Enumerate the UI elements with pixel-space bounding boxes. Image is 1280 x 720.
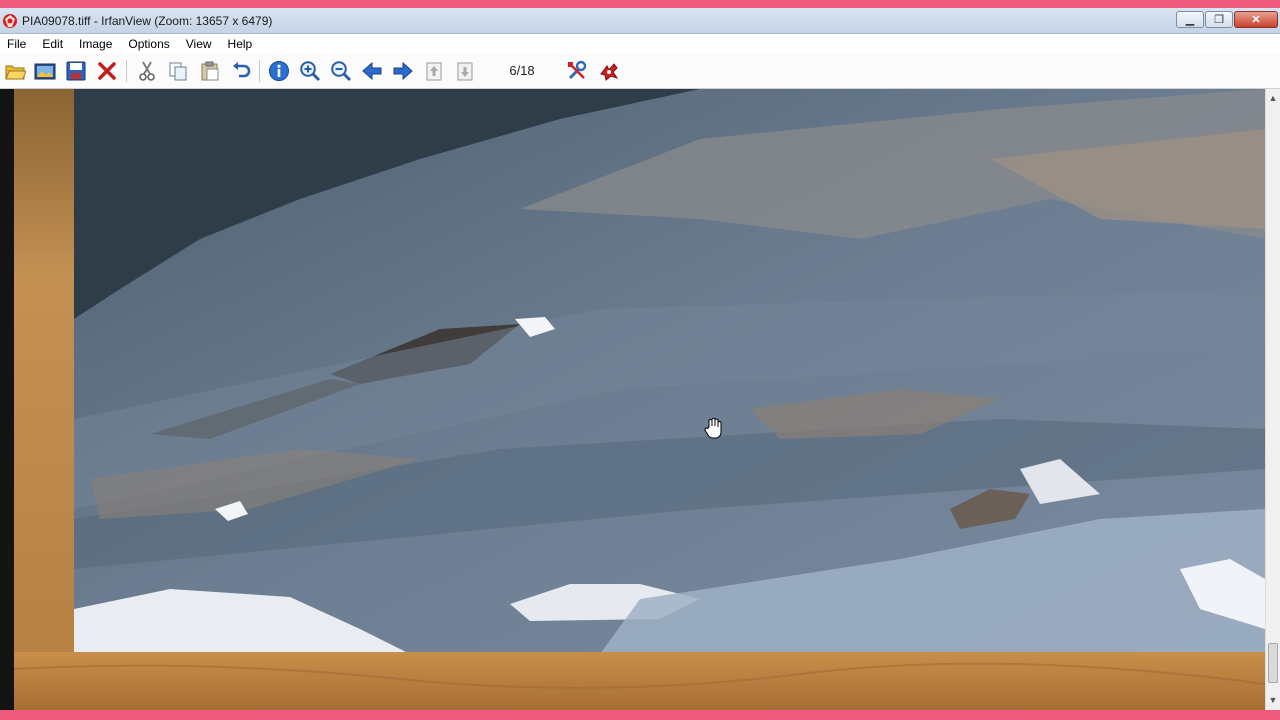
toolbar-separator [259, 60, 260, 82]
settings-icon [568, 60, 587, 80]
maximize-button[interactable]: ❐ [1205, 11, 1233, 28]
info-icon [269, 61, 289, 81]
last-icon [457, 62, 473, 81]
previous-icon [362, 61, 382, 81]
toolbar: 6/18 [0, 54, 1280, 89]
irfanview-button[interactable] [596, 58, 622, 84]
menu-image[interactable]: Image [71, 37, 120, 51]
delete-icon [98, 62, 116, 80]
zoom-in-icon [300, 61, 321, 82]
window-frame-top [0, 0, 1280, 8]
menu-file[interactable]: File [0, 37, 34, 51]
next-icon [393, 61, 413, 81]
window-title: PIA09078.tiff - IrfanView (Zoom: 13657 x… [22, 14, 273, 28]
save-icon [66, 61, 86, 81]
settings-button[interactable] [564, 58, 590, 84]
toolbar-separator [126, 60, 127, 82]
cut-button[interactable] [134, 58, 160, 84]
next-button[interactable] [390, 58, 416, 84]
thumbnails-button[interactable] [32, 58, 58, 84]
page-counter: 6/18 [509, 62, 535, 78]
copy-button[interactable] [165, 58, 191, 84]
title-bar[interactable]: PIA09078.tiff - IrfanView (Zoom: 13657 x… [0, 8, 1280, 34]
menu-edit[interactable]: Edit [34, 37, 71, 51]
window-frame-bottom [0, 710, 1280, 720]
up-arrow-icon[interactable]: ▲ [1268, 93, 1278, 103]
close-icon: ✕ [1251, 14, 1261, 26]
first-button[interactable] [421, 58, 447, 84]
minimize-icon: ▁ [1185, 14, 1195, 26]
menu-help[interactable]: Help [220, 37, 261, 51]
close-button[interactable]: ✕ [1234, 11, 1278, 28]
copy-icon [169, 62, 187, 81]
minimize-button[interactable]: ▁ [1176, 11, 1204, 28]
vertical-scrollbar[interactable]: ▲ ▼ [1265, 89, 1280, 710]
undo-icon [233, 62, 251, 78]
irfanview-app-icon[interactable] [2, 13, 18, 29]
irfanview-icon [600, 63, 619, 81]
zoom-in-button[interactable] [297, 58, 323, 84]
open-icon [5, 65, 26, 80]
save-button[interactable] [63, 58, 89, 84]
menu-bar: File Edit Image Options View Help [0, 34, 1280, 54]
zoom-out-icon [331, 61, 352, 82]
window-controls: ▁ ❐ ✕ [1175, 11, 1278, 29]
delete-button[interactable] [94, 58, 120, 84]
image-viewport[interactable] [0, 89, 1265, 710]
info-button[interactable] [266, 58, 292, 84]
zoom-out-button[interactable] [328, 58, 354, 84]
thumbnails-icon [34, 63, 56, 80]
open-button[interactable] [2, 58, 28, 84]
first-icon [426, 62, 442, 81]
undo-button[interactable] [228, 58, 254, 84]
last-button[interactable] [452, 58, 478, 84]
paste-icon [201, 61, 219, 81]
mars-photo-image [0, 89, 1265, 710]
paste-button[interactable] [197, 58, 223, 84]
cut-icon [139, 61, 155, 81]
down-arrow-icon[interactable]: ▼ [1268, 695, 1278, 705]
restore-icon: ❐ [1214, 14, 1224, 26]
scrollbar-thumb[interactable] [1268, 643, 1278, 683]
menu-view[interactable]: View [178, 37, 220, 51]
previous-button[interactable] [359, 58, 385, 84]
menu-options[interactable]: Options [120, 37, 177, 51]
